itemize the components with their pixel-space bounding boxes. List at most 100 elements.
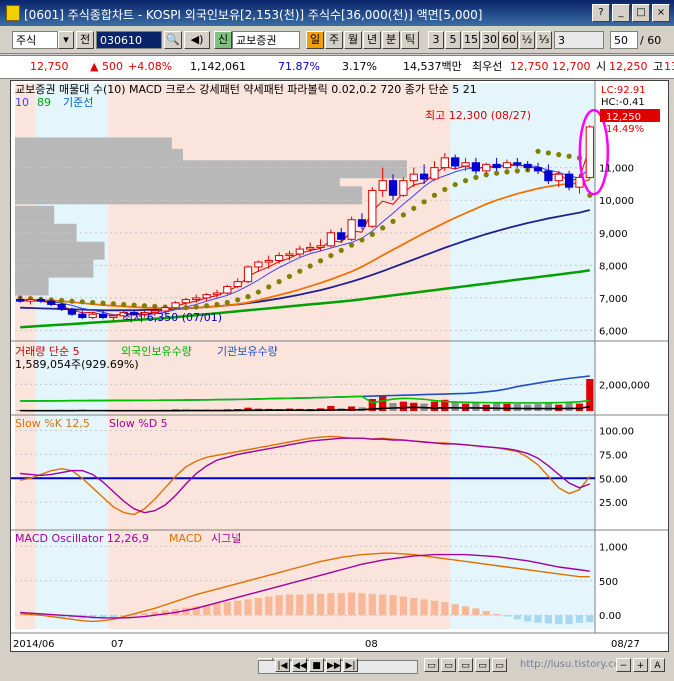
help-button[interactable]: ? bbox=[592, 4, 610, 22]
company-name-field[interactable]: 교보증권 bbox=[232, 31, 300, 49]
quote-best-ask: 12,750 bbox=[510, 60, 549, 73]
tool-icon-2[interactable]: ▭ bbox=[441, 658, 456, 672]
price-legend-ma89: 89 bbox=[37, 96, 51, 109]
tool-icon-1[interactable]: ▭ bbox=[424, 658, 439, 672]
sar-dot bbox=[411, 205, 417, 211]
interval-button-30[interactable]: 30 bbox=[481, 31, 499, 49]
tool-icon-5[interactable]: ▭ bbox=[492, 658, 507, 672]
volume-legend-institution: 기관보유수량 bbox=[217, 345, 278, 358]
sar-dot bbox=[380, 225, 386, 231]
text-size-icon[interactable]: A bbox=[650, 658, 665, 672]
interval-select[interactable]: 3 bbox=[554, 31, 604, 49]
market-select[interactable]: 주식 bbox=[12, 31, 58, 49]
candle-body bbox=[409, 173, 418, 182]
chart-area[interactable]: 6,000 7,000 8,000 9,000 10,000 11,000 2,000,00… bbox=[10, 80, 669, 652]
candle-body bbox=[482, 163, 491, 172]
candle-body bbox=[264, 259, 273, 263]
interval-button-third[interactable]: ⅓ bbox=[536, 31, 552, 49]
rewind-icon[interactable]: ◀◀ bbox=[292, 658, 307, 672]
minimize-button[interactable]: _ bbox=[612, 4, 630, 22]
volume-bar bbox=[586, 379, 594, 411]
volume-bar bbox=[565, 402, 573, 411]
background-band bbox=[450, 83, 595, 629]
macd-osc-bar bbox=[534, 615, 542, 623]
candle-body bbox=[47, 300, 56, 305]
macd-tick-label: 0.00 bbox=[599, 611, 621, 622]
sar-dot bbox=[121, 301, 127, 308]
quote-price: 12,750 bbox=[30, 60, 69, 73]
interval-button-3[interactable]: 3 bbox=[428, 31, 444, 49]
speaker-icon[interactable]: ◀) bbox=[184, 31, 210, 49]
interval-button-60[interactable]: 60 bbox=[500, 31, 518, 49]
volume-bar bbox=[389, 403, 397, 411]
market-suffix[interactable]: 전 bbox=[76, 31, 94, 49]
quote-ratio1: 71.87% bbox=[278, 60, 320, 73]
search-icon[interactable]: 🔍 bbox=[164, 31, 182, 49]
volume-bar bbox=[492, 403, 501, 411]
sar-dot bbox=[556, 152, 562, 158]
market-dropdown-icon[interactable]: ▾ bbox=[58, 31, 74, 49]
period-tick-button[interactable]: 틱 bbox=[401, 31, 419, 49]
macd-osc-bar bbox=[285, 594, 294, 616]
macd-legend-macd: MACD bbox=[169, 532, 202, 545]
macd-osc-bar bbox=[265, 596, 273, 616]
candle-body bbox=[326, 232, 336, 247]
interval-button-5[interactable]: 5 bbox=[445, 31, 461, 49]
quote-high-label: 고 bbox=[653, 60, 664, 73]
volume-bar bbox=[472, 403, 480, 411]
sar-dot bbox=[462, 178, 469, 184]
sar-dot bbox=[421, 199, 427, 205]
zoom-out-icon[interactable]: − bbox=[616, 658, 631, 672]
sar-dot bbox=[59, 297, 65, 304]
candle-body bbox=[243, 266, 253, 283]
chart-svg[interactable]: 6,000 7,000 8,000 9,000 10,000 11,000 2,000,00… bbox=[11, 81, 668, 651]
count-suffix: / 60 bbox=[640, 34, 662, 47]
macd-osc-bar bbox=[544, 615, 553, 624]
volume-bar bbox=[544, 403, 553, 411]
candle-body bbox=[419, 173, 429, 180]
interval-button-15[interactable]: 15 bbox=[462, 31, 480, 49]
interval-button-half[interactable]: ½ bbox=[519, 31, 535, 49]
maximize-button[interactable]: □ bbox=[632, 4, 650, 22]
sar-dot bbox=[359, 237, 365, 243]
period-week-button[interactable]: 주 bbox=[325, 31, 343, 49]
price-legend: 교보증권 매물대 수(10) MACD 크로스 강세패턴 약세패턴 파라볼릭 0… bbox=[15, 82, 477, 96]
sar-dot bbox=[131, 302, 137, 308]
period-minute-button[interactable]: 분 bbox=[382, 31, 400, 49]
forward-icon[interactable]: ▶▶ bbox=[326, 658, 341, 672]
sar-dot bbox=[235, 297, 241, 303]
stop-icon[interactable]: ■ bbox=[309, 658, 324, 672]
macd-osc-bar bbox=[254, 598, 263, 616]
first-page-icon[interactable]: |◀ bbox=[275, 658, 290, 672]
period-day-button[interactable]: 일 bbox=[306, 31, 324, 49]
x-label-08: 08 bbox=[365, 639, 378, 650]
macd-tick-label: 1,000 bbox=[599, 542, 628, 553]
candle-body bbox=[440, 157, 449, 169]
macd-osc-bar bbox=[389, 595, 397, 616]
macd-osc-bar bbox=[379, 594, 387, 616]
period-month-button[interactable]: 월 bbox=[344, 31, 362, 49]
tool-icon-3[interactable]: ▭ bbox=[458, 658, 473, 672]
candle-body bbox=[109, 315, 118, 318]
macd-osc-bar bbox=[565, 615, 573, 625]
price-legend-ma10: 10 bbox=[15, 96, 29, 109]
sar-dot bbox=[566, 153, 572, 159]
name-tag: 신 bbox=[214, 31, 232, 49]
volume-profile-bar bbox=[15, 259, 94, 278]
candle-body bbox=[492, 163, 501, 169]
zoom-in-icon[interactable]: + bbox=[633, 658, 648, 672]
quote-bar: 12,750 ▲ 500 +4.08% 1,142,061 71.87% 3.1… bbox=[0, 55, 674, 79]
count-input[interactable]: 50 bbox=[610, 31, 638, 49]
sar-dot bbox=[224, 299, 230, 306]
close-button[interactable]: × bbox=[652, 4, 670, 22]
volume-profile-bar bbox=[15, 277, 49, 296]
tool-icon-4[interactable]: ▭ bbox=[475, 658, 490, 672]
last-page-icon[interactable]: ▶| bbox=[343, 658, 358, 672]
sar-dot bbox=[276, 279, 282, 285]
sar-dot bbox=[349, 242, 355, 248]
period-year-button[interactable]: 년 bbox=[363, 31, 381, 49]
stoch-legend-d: Slow %D 5 bbox=[109, 417, 168, 430]
code-input[interactable]: 030610 bbox=[96, 31, 162, 49]
sar-dot bbox=[452, 181, 458, 188]
candle-body bbox=[585, 126, 594, 178]
